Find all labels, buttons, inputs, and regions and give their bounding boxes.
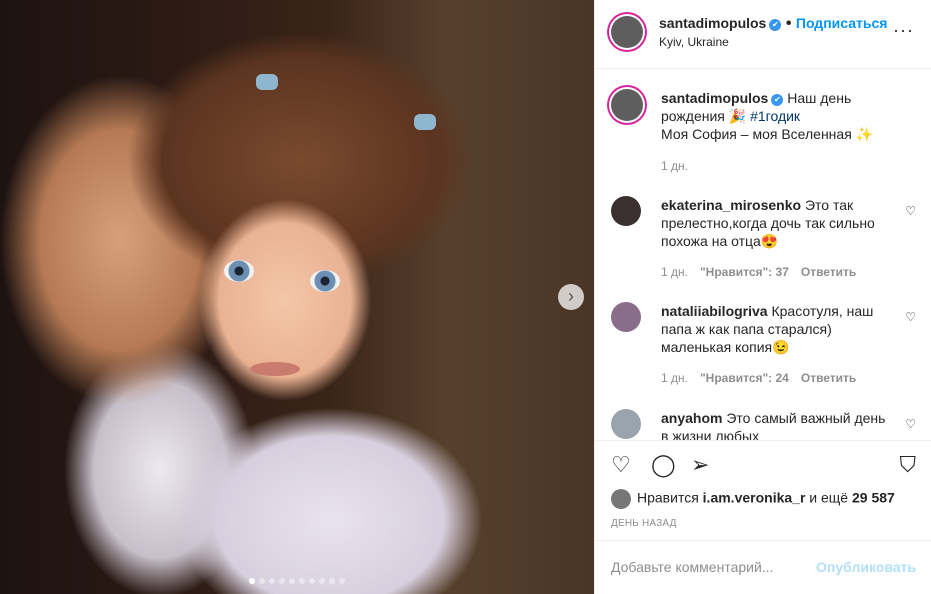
caption-time[interactable]: 1 дн. [661,159,688,173]
action-icons-row: ♡ ◯ ➢ ⛉ [611,452,916,480]
post-actions: ♡ ◯ ➢ ⛉ Нравится i.am.veronika_r и ещё 2… [595,440,931,537]
likes-count[interactable]: 29 587 [852,490,895,506]
verified-badge-icon: ✔ [769,19,782,31]
caption-body: santadimopulos ✔ Наш день рождения 🎉 #1го… [661,89,891,143]
carousel-dot [309,578,315,584]
comment-item: nataliiabilogriva Красотуля, наш папа ж … [611,302,916,392]
likes-summary: Нравится i.am.veronika_r и ещё 29 587 [611,489,895,509]
verified-badge-icon: ✔ [771,94,784,106]
carousel-dot [269,578,275,584]
like-comment-heart-icon[interactable]: ♡ [905,417,916,431]
more-options-icon[interactable]: ··· [893,20,914,41]
post-header: santadimopulos ✔ • Подписаться Kyiv, Ukra… [595,0,931,69]
carousel-dot [279,578,285,584]
comment-input[interactable] [611,556,811,578]
location-link[interactable]: Kyiv, Ukraine [659,35,729,49]
carousel-dot [339,578,345,584]
comment-body: nataliiabilogriva Красотуля, наш папа ж … [661,302,891,356]
comment-username[interactable]: ekaterina_mirosenko [661,197,801,213]
carousel-dot [299,578,305,584]
reply-button[interactable]: Ответить [801,265,856,279]
commenter-avatar[interactable] [611,409,641,439]
like-comment-heart-icon[interactable]: ♡ [905,310,916,324]
header-separator: • [785,15,792,32]
carousel-dot [289,578,295,584]
baby-eye-left [224,260,254,282]
like-heart-icon[interactable]: ♡ [611,452,631,478]
comment-bubble-icon[interactable]: ◯ [651,452,676,478]
commenter-avatar[interactable] [611,302,641,332]
comment-time[interactable]: 1 дн. [661,265,688,279]
comment-username[interactable]: nataliiabilogriva [661,303,768,319]
post-date[interactable]: ДЕНЬ НАЗАД [611,518,677,529]
share-paper-plane-icon[interactable]: ➢ [691,452,709,478]
comment-body: anyahom Это самый важный день в жизни лю… [661,409,891,440]
baby-eye-right [310,270,340,292]
commenter-avatar[interactable] [611,196,641,226]
liker-username[interactable]: i.am.veronika_r [703,490,806,506]
carousel-next-button[interactable]: › [558,284,584,310]
save-bookmark-icon[interactable]: ⛉ [899,452,916,478]
author-avatar[interactable] [611,16,643,48]
comment-item: anyahom Это самый важный день в жизни лю… [611,409,916,440]
caption-line-2: Моя София – моя Вселенная ✨ [661,126,874,142]
post-side-panel: santadimopulos ✔ • Подписаться Kyiv, Ukra… [594,0,931,594]
comment-username[interactable]: anyahom [661,410,722,426]
comment-likes[interactable]: "Нравится": 37 [700,265,789,279]
comment-item: ekaterina_mirosenko Это так прелестно,ко… [611,196,916,286]
comment-time[interactable]: 1 дн. [661,371,688,385]
like-comment-heart-icon[interactable]: ♡ [905,204,916,218]
follow-button[interactable]: Подписаться [796,15,888,31]
hair-clip-left [256,74,278,90]
comment-body: ekaterina_mirosenko Это так прелестно,ко… [661,196,891,250]
baby-mouth [250,362,300,376]
post-caption: santadimopulos ✔ Наш день рождения 🎉 #1го… [611,89,916,179]
comment-meta: 1 дн. "Нравится": 24 Ответить [661,371,856,385]
carousel-dot [259,578,265,584]
comment-meta: 1 дн. "Нравится": 37 Ответить [661,265,856,279]
carousel-dot [249,578,255,584]
publish-button[interactable]: Опубликовать [816,559,916,575]
comments-list[interactable]: santadimopulos ✔ Наш день рождения 🎉 #1го… [595,69,931,440]
carousel-indicator [0,578,594,584]
post-photo[interactable]: › [0,0,594,594]
likes-connector: и ещё [805,489,852,506]
caption-username[interactable]: santadimopulos [661,90,768,106]
author-avatar[interactable] [611,89,643,121]
likes-prefix: Нравится [637,489,703,506]
reply-button[interactable]: Ответить [801,371,856,385]
hair-clip-right [414,114,436,130]
hashtag-link[interactable]: #1годик [750,108,800,124]
carousel-dot [319,578,325,584]
carousel-dot [329,578,335,584]
author-line: santadimopulos ✔ • Подписаться [659,15,887,33]
add-comment-bar: Опубликовать [595,540,931,594]
author-username[interactable]: santadimopulos [659,15,766,31]
comment-likes[interactable]: "Нравится": 24 [700,371,789,385]
liker-avatar[interactable] [611,489,631,509]
